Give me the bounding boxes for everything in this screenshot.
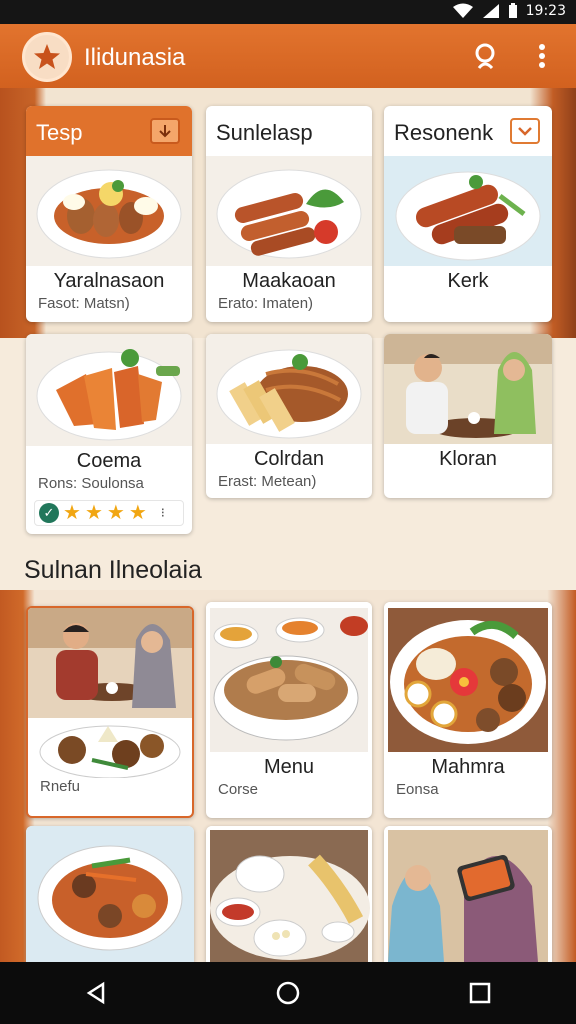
card-header: Resonenk: [384, 106, 552, 156]
recents-icon: [469, 982, 491, 1004]
wifi-icon: [452, 3, 473, 18]
food-image: [26, 826, 194, 962]
restaurant-photo: [28, 608, 192, 732]
food-image: [206, 334, 372, 444]
list-item[interactable]: [206, 826, 372, 962]
battery-icon: [508, 3, 517, 18]
restaurant-photo: [384, 826, 552, 962]
card-title: Maakaoan: [242, 270, 336, 292]
star-icon: ★: [106, 502, 125, 524]
app-bar: Ilidunasia: [0, 24, 576, 88]
food-card[interactable]: Coema Rons: Soulonsa ✓ ★ ★ ★ ★ ⁝: [26, 334, 192, 534]
card-subtitle: Fasot: Matsn): [38, 295, 130, 312]
star-icon: ★: [63, 502, 81, 524]
food-image: [26, 334, 192, 446]
food-image: [206, 602, 372, 752]
card-title: Yaralnasaon: [53, 270, 165, 292]
download-icon[interactable]: [150, 118, 180, 144]
card-subtitle: Rons: Soulonsa: [38, 475, 144, 492]
card-header-label: Tesp: [36, 120, 83, 145]
star-logo-icon: [22, 32, 72, 82]
star-icon: ★: [84, 502, 103, 524]
card-header: Sunlelasp: [206, 106, 372, 156]
card-title: Kloran: [439, 448, 497, 470]
food-card[interactable]: Sunlelasp Maakaoan Erato: Imaten): [206, 106, 372, 322]
card-title: Menu: [263, 756, 315, 778]
food-card[interactable]: Kloran: [384, 334, 552, 498]
signal-icon: [482, 4, 499, 18]
list-item[interactable]: [384, 826, 552, 962]
restaurant-photo: [384, 334, 552, 444]
home-button[interactable]: [258, 968, 318, 1018]
card-header-label: Resonenk: [394, 120, 494, 145]
food-card[interactable]: Colrdan Erast: Metean): [206, 334, 372, 498]
search-button[interactable]: [468, 38, 504, 74]
card-subtitle: Corse: [218, 781, 259, 798]
food-card[interactable]: Tesp Yaralnasaon Fasot: Matsn): [26, 106, 192, 322]
recents-button[interactable]: [450, 968, 510, 1018]
app-title: Ilidunasia: [84, 44, 186, 71]
home-icon: [276, 981, 300, 1005]
section-title: Sulnan Ilneolaia: [24, 556, 202, 584]
system-nav-bar: [0, 962, 576, 1024]
card-title: Coema: [76, 450, 142, 472]
verified-check-icon: ✓: [39, 503, 59, 523]
card-title: Mahmra: [431, 756, 505, 778]
card-subtitle: Erato: Imaten): [218, 295, 314, 312]
card-title: Kerk: [447, 270, 489, 292]
card-subtitle: Eonsa: [396, 781, 439, 798]
list-item[interactable]: Menu Corse: [206, 602, 372, 818]
more-vert-icon: [539, 44, 545, 68]
list-item[interactable]: Rnefu: [26, 606, 194, 818]
back-icon: [86, 981, 105, 1005]
food-image: [26, 156, 192, 266]
status-bar: 19:23: [0, 0, 576, 24]
food-image: [206, 826, 372, 962]
more-options-button[interactable]: [530, 38, 554, 74]
chevron-down-icon[interactable]: [510, 118, 540, 144]
rating-row[interactable]: ✓ ★ ★ ★ ★ ⁝: [34, 500, 184, 526]
star-icon: ★: [128, 502, 147, 524]
card-header-label: Sunlelasp: [216, 120, 313, 145]
card-header: Tesp: [26, 106, 192, 156]
food-image: [206, 156, 372, 266]
status-time: 19:23: [525, 3, 566, 19]
search-icon: [475, 43, 495, 70]
food-image: [384, 156, 552, 266]
list-item[interactable]: Mahmra Eonsa: [384, 602, 552, 818]
back-button[interactable]: [66, 968, 126, 1018]
card-title: Colrdan: [253, 448, 325, 470]
more-rating-icon[interactable]: ⁝: [161, 505, 165, 521]
card-subtitle: Rnefu: [40, 778, 81, 795]
list-item[interactable]: [26, 826, 194, 962]
food-image: [384, 602, 552, 752]
food-card[interactable]: Resonenk Kerk: [384, 106, 552, 322]
card-subtitle: Erast: Metean): [218, 473, 317, 490]
